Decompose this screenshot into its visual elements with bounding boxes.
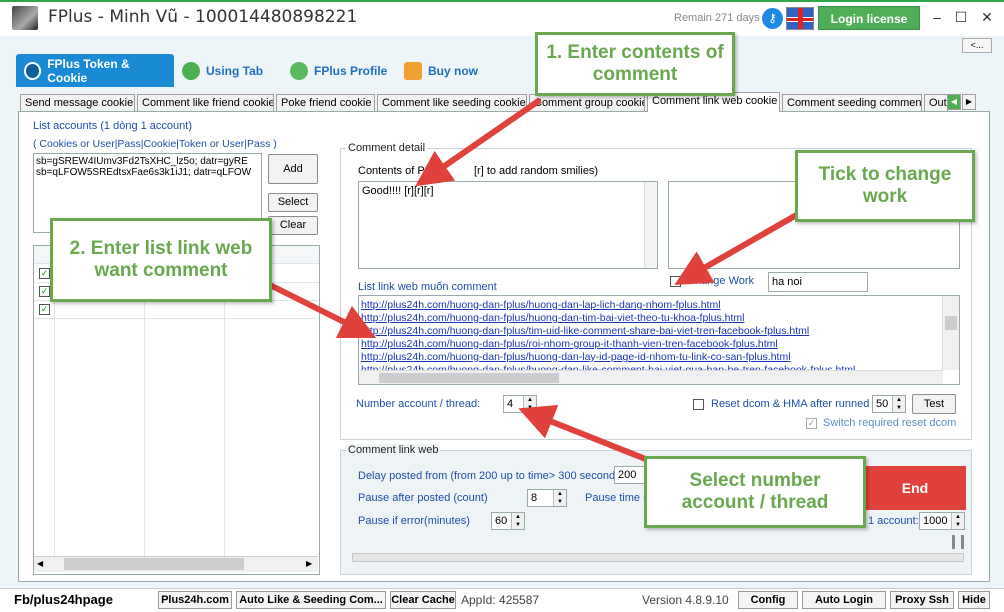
version-label: Version 4.8.9.10 bbox=[642, 593, 729, 607]
proxy-ssh-button[interactable]: Proxy Ssh bbox=[890, 591, 954, 609]
callout-change-work: Tick to change work bbox=[795, 150, 975, 222]
callout-number-account: Select number account / thread bbox=[644, 456, 866, 528]
arrow-to-thread bbox=[518, 404, 650, 463]
clear-cache-button[interactable]: Clear Cache bbox=[390, 591, 456, 609]
plus24h-button[interactable]: Plus24h.com bbox=[158, 591, 232, 609]
config-button[interactable]: Config bbox=[738, 591, 798, 609]
hide-button[interactable]: Hide bbox=[958, 591, 990, 609]
page-link[interactable]: Fb/plus24hpage bbox=[14, 592, 113, 607]
app-id: AppId: 425587 bbox=[461, 593, 540, 607]
callout-enter-links: 2. Enter list link web want comment bbox=[50, 218, 272, 302]
arrow-to-contents bbox=[415, 97, 542, 187]
callout-enter-contents: 1. Enter contents of comment bbox=[535, 32, 735, 96]
auto-like-button[interactable]: Auto Like & Seeding Com... bbox=[236, 591, 386, 609]
arrow-to-links bbox=[268, 282, 377, 339]
arrow-to-change-work bbox=[674, 210, 802, 285]
auto-login-button[interactable]: Auto Login bbox=[802, 591, 886, 609]
